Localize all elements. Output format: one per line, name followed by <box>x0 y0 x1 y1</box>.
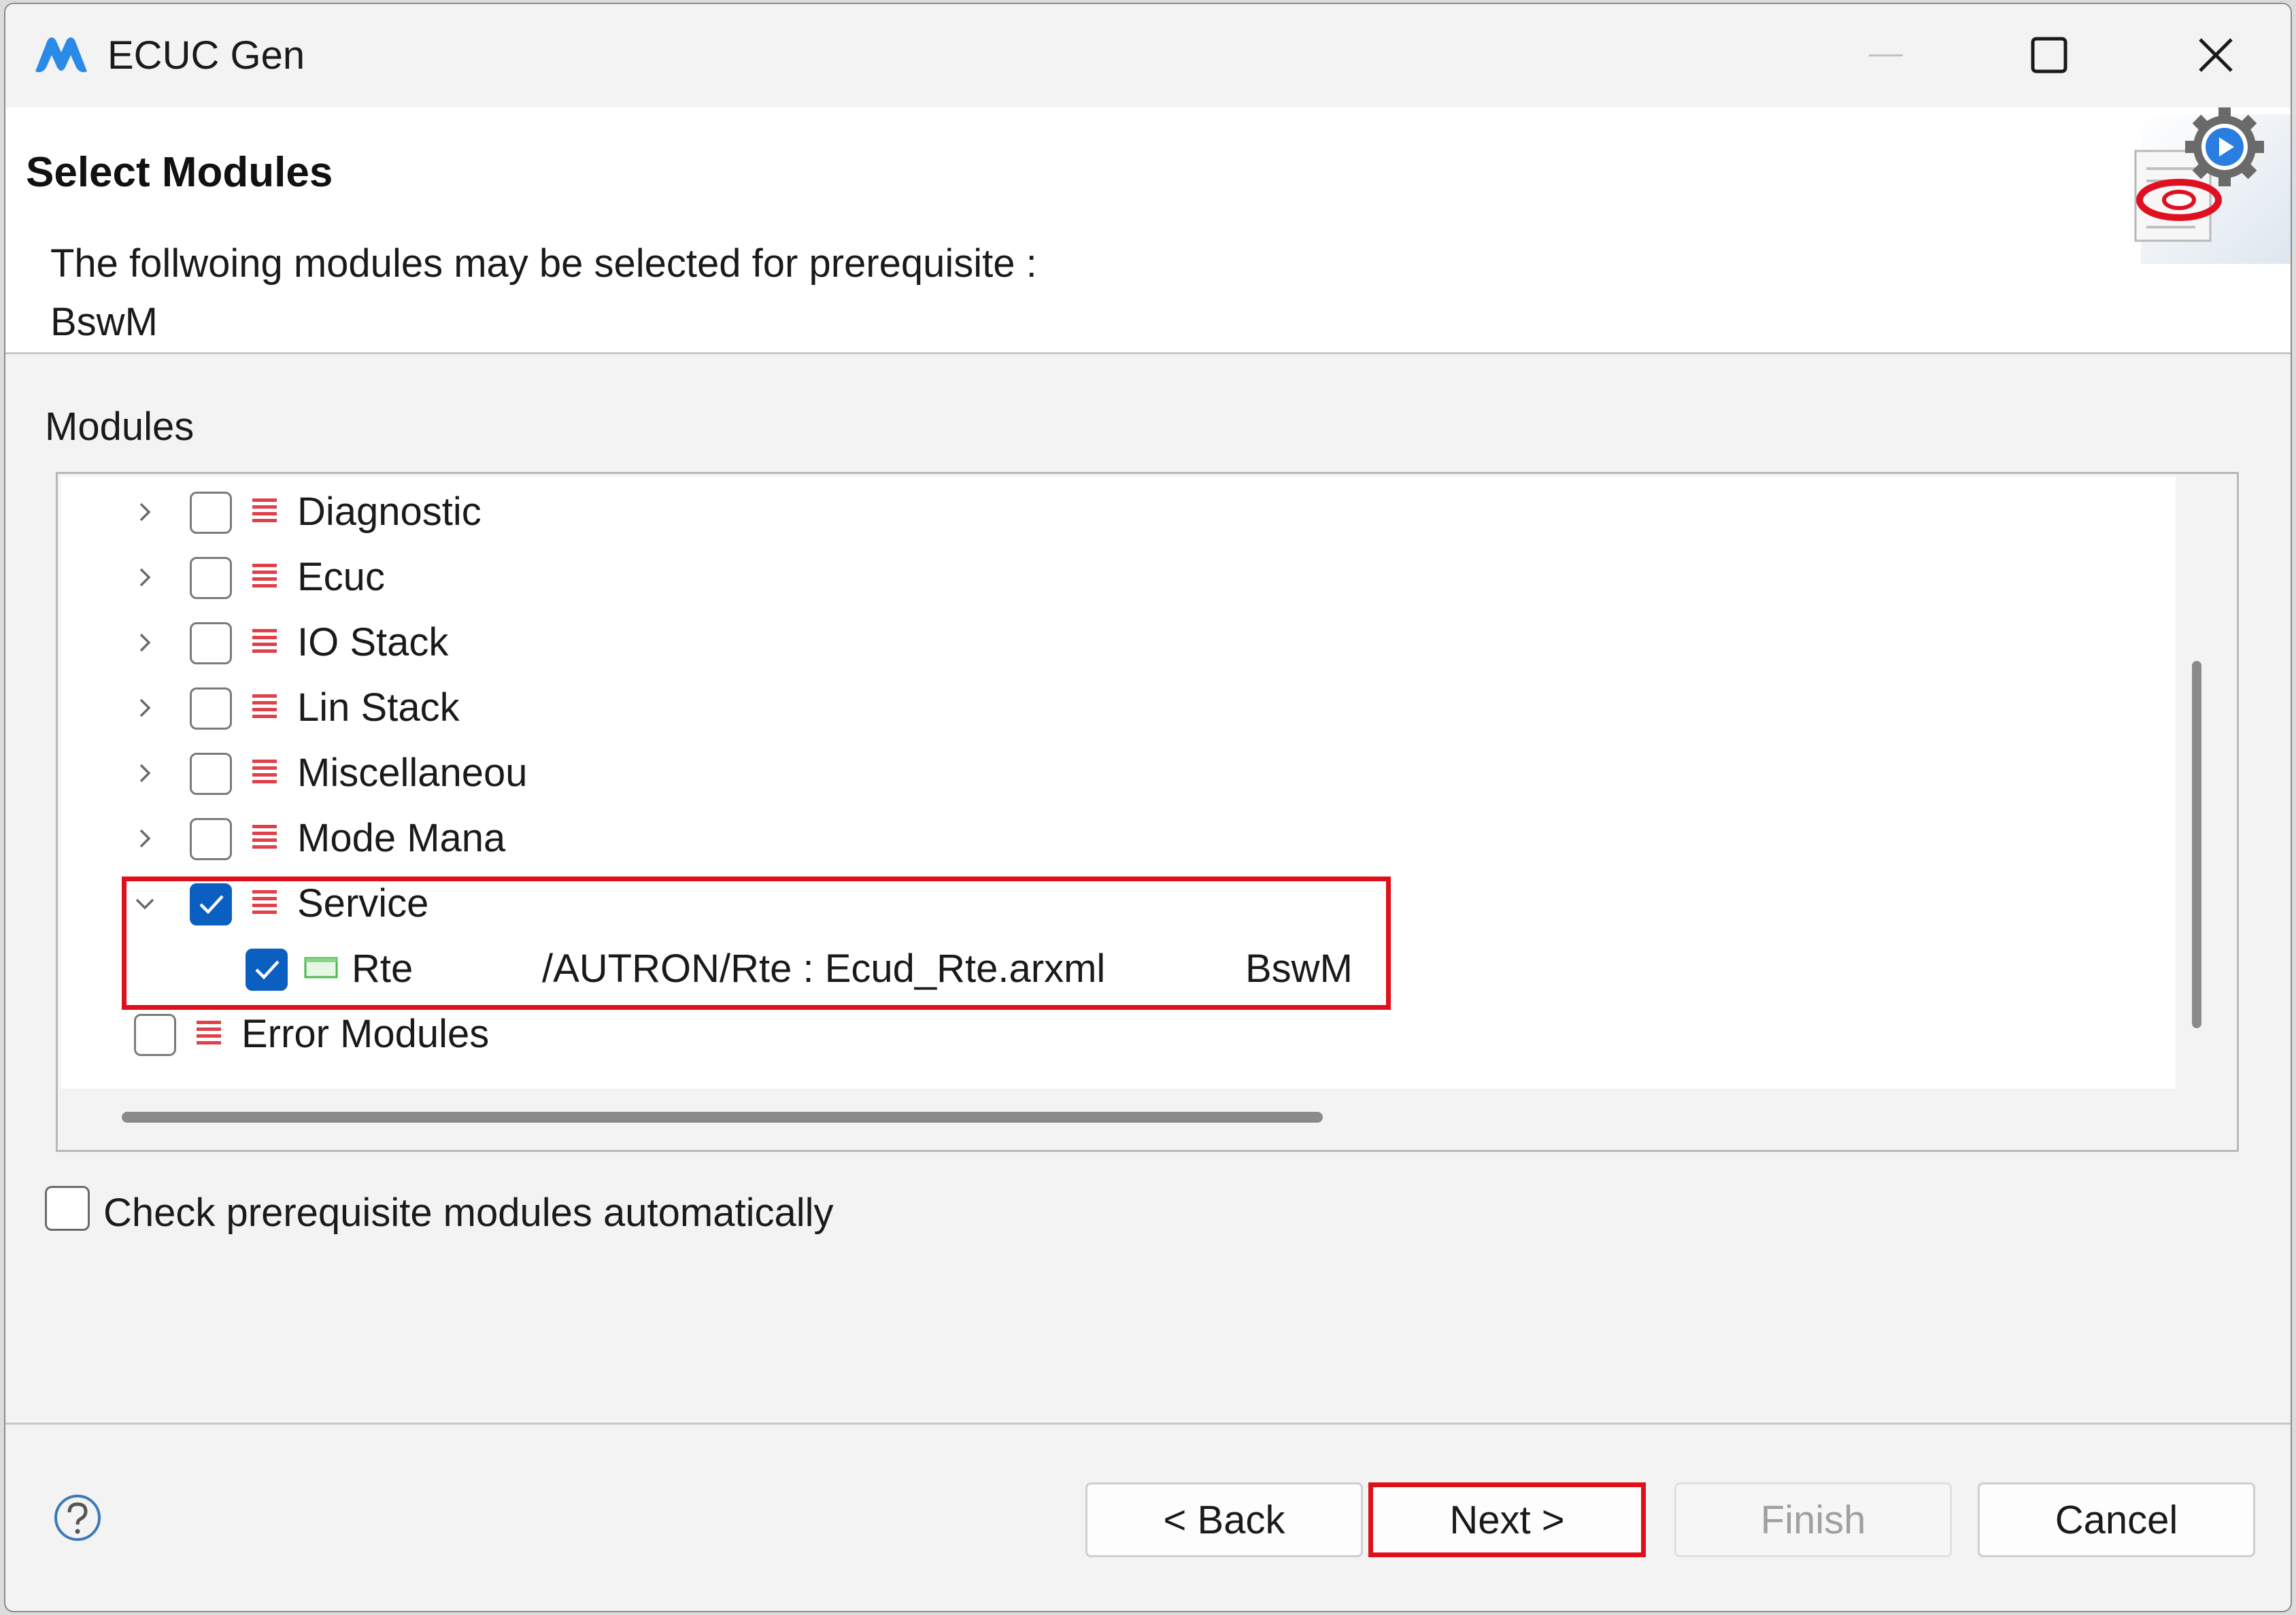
minimize-button[interactable] <box>1848 24 1923 86</box>
tree-item-miscellaneous[interactable]: Miscellaneou <box>61 741 2176 806</box>
close-icon <box>2199 38 2233 72</box>
modules-label: Modules <box>45 405 195 449</box>
highlight-annotation <box>122 877 1391 1010</box>
tree-item-label: Ecuc <box>297 555 385 599</box>
checkbox-mode-management[interactable] <box>190 818 232 860</box>
cancel-button[interactable]: Cancel <box>1978 1482 2255 1557</box>
tree-item-diagnostic[interactable]: Diagnostic <box>61 479 2176 545</box>
maximize-button[interactable] <box>2012 24 2087 86</box>
module-category-icon <box>197 1021 221 1044</box>
expand-chevron-icon[interactable] <box>131 818 158 859</box>
checkbox-miscellaneous[interactable] <box>190 753 232 795</box>
expand-chevron-icon[interactable] <box>131 492 158 532</box>
module-category-icon <box>252 629 277 653</box>
tree-item-error-modules[interactable]: Error Modules <box>61 1002 2176 1067</box>
next-button[interactable]: Next > <box>1368 1482 1646 1557</box>
tree-item-label: Diagnostic <box>297 490 482 534</box>
tree-item-lin-stack[interactable]: Lin Stack <box>61 675 2176 741</box>
expand-chevron-icon[interactable] <box>131 622 158 663</box>
minimize-icon <box>1869 54 1903 56</box>
module-category-icon <box>252 564 277 588</box>
description-text: The follwoing modules may be selected fo… <box>50 241 1037 286</box>
horizontal-scrollbar[interactable] <box>122 1112 1323 1123</box>
checkbox-ecuc[interactable] <box>190 557 232 599</box>
window-title: ECUC Gen <box>107 33 305 78</box>
tree-item-label: Error Modules <box>241 1012 490 1056</box>
modules-tree[interactable]: Diagnostic Ecuc IO Stack Lin Stack Misce… <box>56 472 2239 1152</box>
description-module-name: BswM <box>50 300 158 344</box>
wizard-header: Select Modules The follwoing modules may… <box>5 107 2291 354</box>
tree-item-label: Miscellaneou <box>297 751 528 795</box>
tree-item-io-stack[interactable]: IO Stack <box>61 610 2176 675</box>
module-category-icon <box>252 694 277 718</box>
checkbox-lin-stack[interactable] <box>190 687 232 730</box>
help-icon[interactable] <box>53 1493 102 1542</box>
footer-divider <box>5 1423 2291 1425</box>
tree-item-mode-management[interactable]: Mode Mana <box>61 806 2176 871</box>
checkbox-diagnostic[interactable] <box>190 492 232 534</box>
ecuc-gen-logo-icon <box>35 37 87 73</box>
close-button[interactable] <box>2178 24 2253 86</box>
tree-item-label: IO Stack <box>297 620 449 664</box>
title-bar: ECUC Gen <box>5 4 2291 106</box>
ecuc-gen-dialog: ECUC Gen Select Modules The follwoing mo… <box>4 3 2292 1612</box>
tree-item-label: Lin Stack <box>297 685 460 730</box>
module-category-icon <box>252 825 277 849</box>
checkbox-io-stack[interactable] <box>190 622 232 664</box>
maximize-icon <box>2031 37 2067 73</box>
vertical-scrollbar[interactable] <box>2192 661 2201 1028</box>
module-category-icon <box>252 760 277 783</box>
page-title: Select Modules <box>26 149 333 196</box>
expand-chevron-icon[interactable] <box>131 753 158 794</box>
wizard-gear-icon <box>2134 107 2291 264</box>
modules-tree-viewport: Diagnostic Ecuc IO Stack Lin Stack Misce… <box>61 477 2176 1089</box>
tree-item-label: Mode Mana <box>297 816 506 860</box>
expand-chevron-icon[interactable] <box>131 687 158 728</box>
checkbox-error-modules[interactable] <box>134 1014 176 1056</box>
auto-check-label[interactable]: Check prerequisite modules automatically <box>103 1190 834 1236</box>
tree-item-ecuc[interactable]: Ecuc <box>61 545 2176 610</box>
finish-button[interactable]: Finish <box>1674 1482 1952 1557</box>
module-category-icon <box>252 498 277 522</box>
back-button[interactable]: < Back <box>1085 1482 1363 1557</box>
auto-check-checkbox[interactable] <box>45 1186 90 1231</box>
expand-chevron-icon[interactable] <box>131 557 158 598</box>
